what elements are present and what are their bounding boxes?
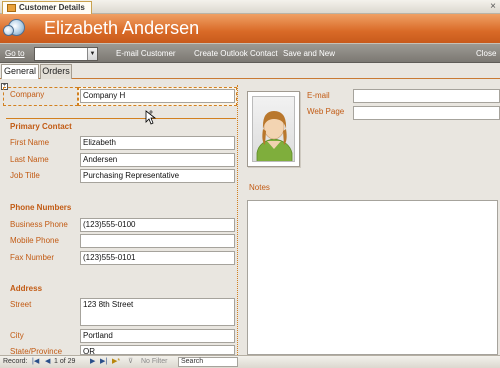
street-label: Street	[10, 300, 32, 309]
email-customer-button[interactable]: E-mail Customer	[116, 44, 176, 63]
record-label: Record:	[3, 358, 28, 365]
create-outlook-contact-button[interactable]: Create Outlook Contact	[194, 44, 278, 63]
next-record-icon[interactable]: ▶	[90, 356, 95, 368]
goto-combo-box[interactable]: ▼	[34, 47, 98, 61]
email-label: E-mail	[307, 91, 330, 100]
company-label: Company	[10, 90, 45, 99]
last-name-label: Last Name	[10, 155, 49, 164]
previous-record-icon[interactable]: ◀	[45, 356, 50, 368]
contact-photo-icon	[256, 111, 293, 161]
mobile-phone-field[interactable]	[80, 234, 235, 248]
city-label: City	[10, 331, 24, 340]
email-field[interactable]	[353, 89, 500, 103]
form-tabs: General Orders	[0, 63, 500, 80]
job-title-field[interactable]: Purchasing Representative	[80, 169, 235, 183]
dropdown-arrow-icon[interactable]: ▼	[87, 48, 97, 60]
mobile-phone-label: Mobile Phone	[10, 236, 59, 245]
first-name-label: First Name	[10, 138, 50, 147]
save-and-new-button[interactable]: Save and New	[283, 44, 335, 63]
database-icon	[3, 17, 27, 39]
city-field[interactable]: Portland	[80, 329, 235, 343]
window-title-bar: Customer Details ×	[0, 0, 500, 14]
layout-divider	[237, 85, 238, 355]
state-province-field[interactable]: OR	[80, 345, 235, 355]
phone-numbers-heading: Phone Numbers	[10, 203, 72, 212]
form-toolbar: Go to ▼ E-mail Customer Create Outlook C…	[0, 43, 500, 63]
address-heading: Address	[10, 284, 43, 293]
web-page-label: Web Page	[307, 107, 345, 116]
form-icon	[7, 4, 16, 12]
search-input[interactable]: Search	[178, 357, 238, 367]
business-phone-label: Business Phone	[10, 220, 68, 229]
record-navigation-bar: Record: |◀ ◀ 1 of 29 ▶ ▶| ▶* ⊽ No Filter…	[0, 355, 500, 368]
close-window-icon[interactable]: ×	[490, 0, 496, 14]
notes-field[interactable]	[247, 200, 498, 355]
business-phone-field[interactable]: (123)555-0100	[80, 218, 235, 232]
notes-label: Notes	[249, 183, 270, 192]
job-title-label: Job Title	[10, 171, 40, 180]
web-page-field[interactable]	[353, 106, 500, 120]
form-header-banner: Elizabeth Andersen	[0, 14, 500, 43]
tab-orders[interactable]: Orders	[40, 64, 72, 79]
layout-selection-line	[6, 118, 236, 119]
last-record-icon[interactable]: ▶|	[100, 356, 107, 368]
no-filter-button[interactable]: No Filter	[141, 356, 167, 368]
primary-contact-heading: Primary Contact	[10, 122, 72, 131]
first-name-field[interactable]: Elizabeth	[80, 136, 235, 150]
fax-number-field[interactable]: (123)555-0101	[80, 251, 235, 265]
street-field[interactable]: 123 8th Street	[80, 298, 235, 326]
last-name-field[interactable]: Andersen	[80, 153, 235, 167]
company-field[interactable]: Company H	[80, 89, 235, 103]
document-tab[interactable]: Customer Details	[2, 1, 92, 14]
close-button[interactable]: Close	[476, 44, 496, 63]
form-body: + Company Company H Primary Contact Firs…	[0, 79, 500, 356]
filter-icon: ⊽	[128, 358, 134, 365]
fax-number-label: Fax Number	[10, 253, 55, 262]
new-record-icon[interactable]: ▶*	[112, 356, 120, 368]
form-title: Elizabeth Andersen	[44, 18, 200, 38]
record-position[interactable]: 1 of 29	[54, 356, 75, 368]
goto-label: Go to	[5, 49, 25, 58]
move-cursor-icon	[145, 110, 157, 125]
document-tab-label: Customer Details	[19, 3, 85, 12]
first-record-icon[interactable]: |◀	[32, 356, 39, 368]
contact-photo[interactable]	[247, 91, 300, 167]
tab-general[interactable]: General	[1, 64, 39, 80]
